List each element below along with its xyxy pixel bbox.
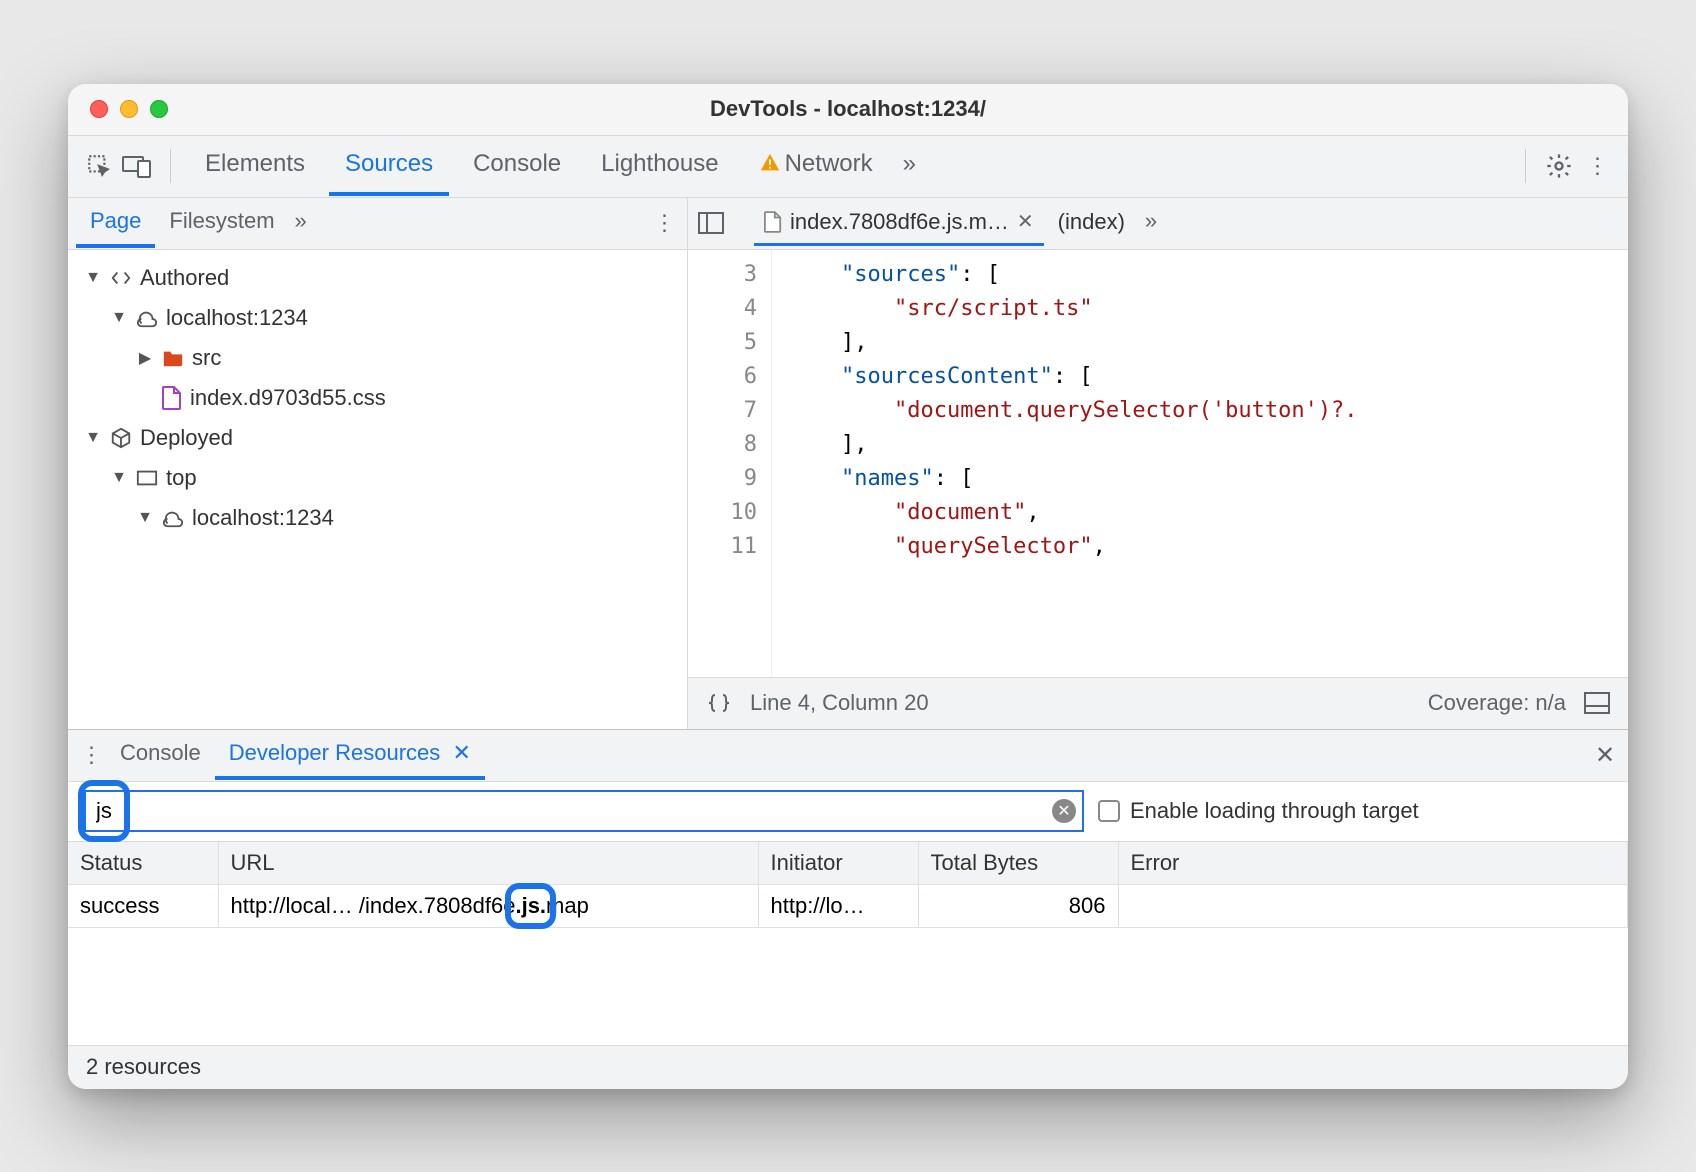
tree-file-css[interactable]: index.d9703d55.css bbox=[132, 378, 687, 418]
tree-label: top bbox=[166, 465, 197, 491]
drawer-footer: 2 resources bbox=[68, 1045, 1628, 1089]
tree-label: Deployed bbox=[140, 425, 233, 451]
col-total-bytes[interactable]: Total Bytes bbox=[918, 842, 1118, 885]
drawer-tab-developer-resources[interactable]: Developer Resources ✕ bbox=[215, 730, 485, 780]
resources-table: Status URL Initiator Total Bytes Error s… bbox=[68, 842, 1628, 1045]
tab-elements[interactable]: Elements bbox=[189, 136, 321, 196]
file-tabs-overflow[interactable]: » bbox=[1139, 200, 1163, 246]
toggle-sidebar-icon[interactable] bbox=[1582, 688, 1612, 718]
cell-status: success bbox=[68, 884, 218, 927]
left-tab-filesystem[interactable]: Filesystem bbox=[155, 198, 288, 248]
left-more-icon[interactable]: ⋮ bbox=[649, 208, 679, 238]
inspect-element-icon[interactable] bbox=[84, 151, 114, 181]
tab-network[interactable]: Network bbox=[743, 136, 889, 196]
line-gutter: 34567891011 bbox=[688, 250, 772, 677]
cursor-position: Line 4, Column 20 bbox=[750, 690, 929, 716]
tabs-overflow[interactable]: » bbox=[897, 140, 922, 192]
tree-deployed[interactable]: ▼ Deployed bbox=[80, 418, 687, 458]
file-tree: ▼ Authored ▼ localhost:1234 ▶ src bbox=[68, 250, 687, 729]
cell-url: http://local… /index.7808df6e.js.map bbox=[218, 884, 758, 927]
file-tab-label: index.7808df6e.js.m… bbox=[790, 209, 1009, 235]
col-url[interactable]: URL bbox=[218, 842, 758, 885]
col-error[interactable]: Error bbox=[1118, 842, 1628, 885]
file-tab-index[interactable]: (index) bbox=[1048, 201, 1135, 246]
file-tab-active[interactable]: index.7808df6e.js.m… ✕ bbox=[754, 201, 1044, 246]
drawer-more-icon[interactable]: ⋮ bbox=[76, 740, 106, 770]
toggle-navigator-icon[interactable] bbox=[696, 208, 726, 238]
device-toolbar-icon[interactable] bbox=[122, 151, 152, 181]
close-tab-icon[interactable]: ✕ bbox=[1017, 209, 1034, 234]
devtools-window: DevTools - localhost:1234/ Elements Sour… bbox=[68, 84, 1628, 1089]
code-view[interactable]: "sources": [ "src/script.ts" ], "sources… bbox=[772, 250, 1628, 677]
settings-icon[interactable] bbox=[1544, 151, 1574, 181]
titlebar: DevTools - localhost:1234/ bbox=[68, 84, 1628, 136]
more-menu-icon[interactable]: ⋮ bbox=[1582, 151, 1612, 181]
file-tab-label: (index) bbox=[1058, 209, 1125, 235]
tree-host-authored[interactable]: ▼ localhost:1234 bbox=[106, 298, 687, 338]
tree-folder-src[interactable]: ▶ src bbox=[132, 338, 687, 378]
tree-label: localhost:1234 bbox=[166, 305, 308, 331]
tree-authored[interactable]: ▼ Authored bbox=[80, 258, 687, 298]
file-icon bbox=[764, 211, 782, 233]
left-tabs-overflow[interactable]: » bbox=[289, 198, 313, 248]
enable-loading-checkbox[interactable]: Enable loading through target bbox=[1098, 798, 1419, 824]
close-tab-icon[interactable]: ✕ bbox=[453, 740, 471, 765]
cell-error bbox=[1118, 884, 1628, 927]
drawer-tab-console[interactable]: Console bbox=[106, 730, 215, 780]
tab-console[interactable]: Console bbox=[457, 136, 577, 196]
tree-label: localhost:1234 bbox=[192, 505, 334, 531]
col-status[interactable]: Status bbox=[68, 842, 218, 885]
coverage-status: Coverage: n/a bbox=[1428, 690, 1566, 716]
clear-filter-icon[interactable]: ✕ bbox=[1052, 799, 1076, 823]
tree-label: Authored bbox=[140, 265, 229, 291]
close-drawer-icon[interactable]: ✕ bbox=[1590, 740, 1620, 770]
tree-top[interactable]: ▼ top bbox=[106, 458, 687, 498]
sources-left-pane: Page Filesystem » ⋮ ▼ Authored ▼ localho… bbox=[68, 198, 688, 729]
tree-host-deployed[interactable]: ▼ localhost:1234 bbox=[132, 498, 687, 538]
tab-sources[interactable]: Sources bbox=[329, 136, 449, 196]
cell-bytes: 806 bbox=[918, 884, 1118, 927]
cell-initiator: http://lo… bbox=[758, 884, 918, 927]
checkbox-label: Enable loading through target bbox=[1130, 798, 1419, 824]
tree-label: src bbox=[192, 345, 221, 371]
col-initiator[interactable]: Initiator bbox=[758, 842, 918, 885]
window-title: DevTools - localhost:1234/ bbox=[68, 96, 1628, 122]
tree-label: index.d9703d55.css bbox=[190, 385, 386, 411]
drawer: ⋮ Console Developer Resources ✕ ✕ ✕ Enab… bbox=[68, 729, 1628, 1089]
table-row[interactable]: success http://local… /index.7808df6e.js… bbox=[68, 884, 1628, 927]
filter-input[interactable] bbox=[84, 790, 1084, 832]
pretty-print-icon[interactable] bbox=[704, 688, 734, 718]
tab-lighthouse[interactable]: Lighthouse bbox=[585, 136, 734, 196]
left-tab-page[interactable]: Page bbox=[76, 198, 155, 248]
sources-right-pane: index.7808df6e.js.m… ✕ (index) » 3456789… bbox=[688, 198, 1628, 729]
main-toolbar: Elements Sources Console Lighthouse Netw… bbox=[68, 136, 1628, 198]
